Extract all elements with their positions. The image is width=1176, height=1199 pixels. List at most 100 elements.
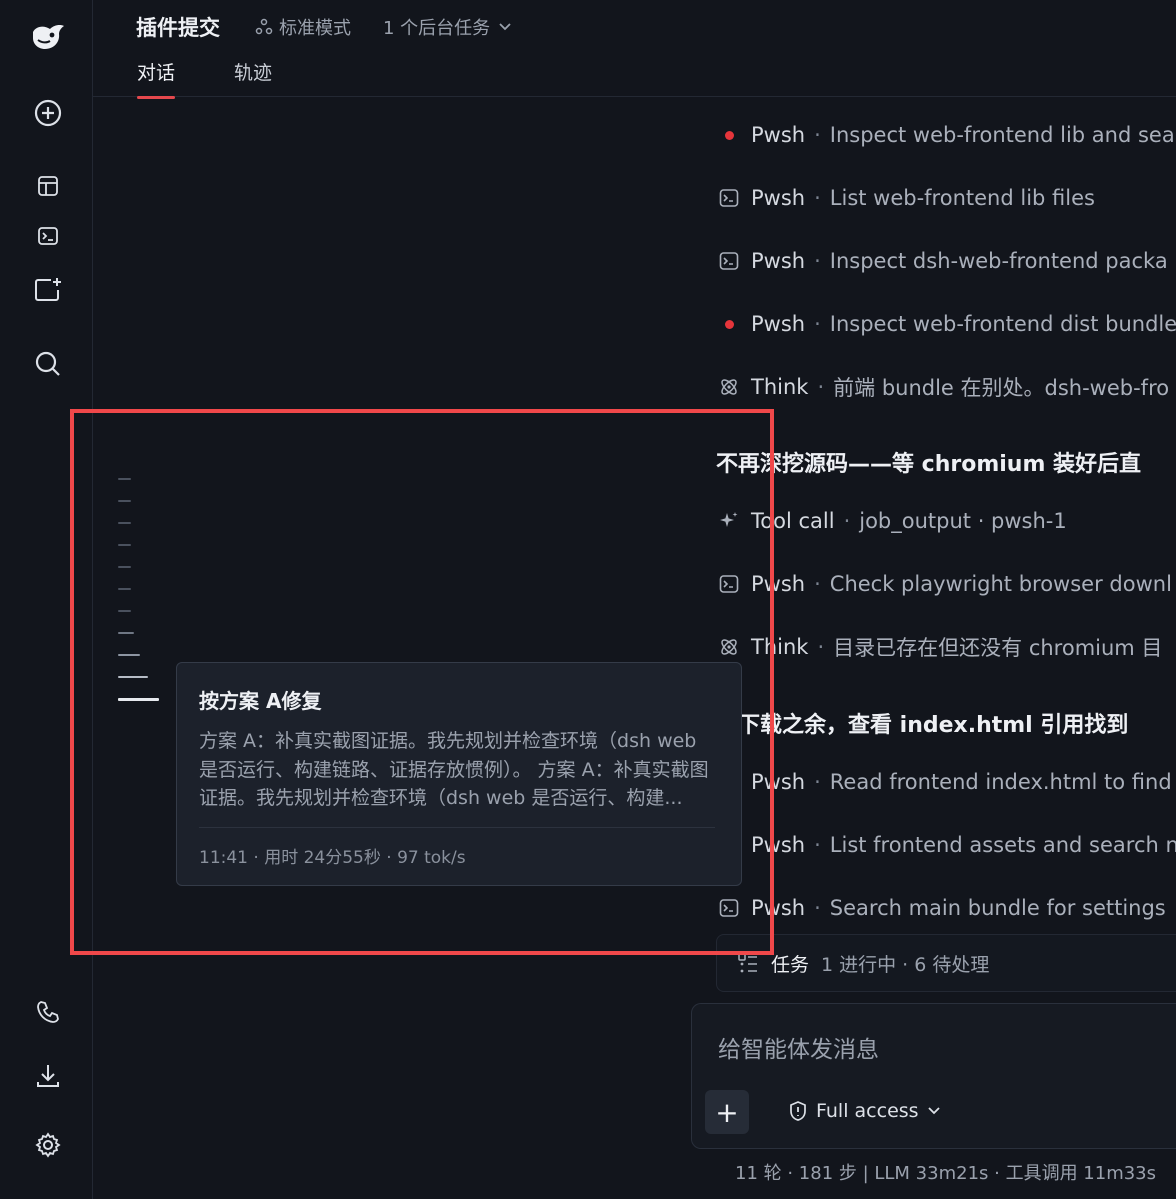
activity-kind: Pwsh	[751, 770, 806, 794]
activity-kind: Think	[751, 635, 809, 659]
separator: ·	[817, 635, 825, 659]
minimap-tick[interactable]	[118, 522, 131, 524]
activity-kind: Pwsh	[751, 312, 806, 336]
message-heading: 不再深挖源码——等 chromium 装好后直	[716, 452, 1142, 477]
activity-desc: job_output · pwsh-1	[859, 509, 1067, 533]
activity-row[interactable]: Pwsh · List frontend assets and search n	[718, 830, 1176, 860]
access-mode-dropdown[interactable]: Full access	[788, 1100, 941, 1122]
background-tasks-dropdown[interactable]: 1 个后台任务	[383, 14, 512, 40]
separator: ·	[814, 249, 821, 273]
activity-desc: Read frontend index.html to find	[829, 770, 1172, 794]
minimap-tick[interactable]	[118, 500, 131, 502]
terminal-icon	[718, 897, 740, 919]
atom-icon	[718, 376, 740, 398]
separator: ·	[814, 312, 821, 336]
separator: ·	[814, 833, 821, 857]
atom-icon	[718, 636, 740, 658]
search-icon[interactable]	[30, 346, 66, 382]
phone-icon[interactable]	[30, 994, 66, 1030]
activity-kind: Think	[751, 375, 809, 399]
status-dot-icon	[718, 313, 740, 335]
message-input-placeholder[interactable]: 给智能体发消息	[718, 1030, 879, 1064]
separator: ·	[814, 186, 821, 210]
activity-row[interactable]: Pwsh · List web-frontend lib files	[718, 183, 1095, 213]
terminal-icon	[718, 250, 740, 272]
tooltip-meta: 11:41 · 用时 24分55秒 · 97 tok/s	[199, 848, 466, 868]
chevron-down-icon	[927, 1107, 940, 1115]
shield-icon	[790, 1101, 806, 1121]
status-footer: 11 轮 · 181 步 | LLM 33m21s · 工具调用 11m33s	[735, 1163, 1157, 1184]
activity-kind: Pwsh	[751, 186, 806, 210]
minimap-tick[interactable]	[118, 544, 131, 546]
activity-row[interactable]: Pwsh · Inspect web-frontend lib and sea	[718, 120, 1175, 150]
minimap-tick[interactable]	[118, 588, 131, 590]
page-title: 插件提交	[136, 16, 220, 40]
tasks-status: 1 进行中 · 6 待处理	[821, 953, 990, 976]
activity-desc: Check playwright browser downl	[829, 572, 1172, 596]
terminal-icon[interactable]	[30, 218, 66, 254]
minimap-tick[interactable]	[118, 676, 148, 678]
activity-kind: Pwsh	[751, 249, 806, 273]
activity-row[interactable]: Pwsh · Read frontend index.html to find	[718, 767, 1172, 797]
minimap-tick[interactable]	[118, 566, 131, 568]
activity-kind: Pwsh	[751, 572, 806, 596]
minimap-tick[interactable]	[118, 654, 140, 656]
add-folder-icon[interactable]	[30, 272, 66, 308]
tab-chat[interactable]: 对话	[137, 58, 176, 99]
whale-logo-icon[interactable]	[30, 20, 66, 56]
activity-desc: Search main bundle for settings	[829, 896, 1166, 920]
activity-row[interactable]: Tool call · job_output · pwsh-1	[718, 506, 1067, 536]
activity-desc: Inspect web-frontend lib and sea	[829, 123, 1175, 147]
access-label: Full access	[816, 1100, 919, 1122]
tasks-bar[interactable]: 任务 1 进行中 · 6 待处理	[716, 934, 1176, 992]
activity-row[interactable]: Pwsh · Search main bundle for settings	[718, 893, 1166, 923]
activity-desc: Inspect dsh-web-frontend packa	[829, 249, 1168, 273]
activity-row[interactable]: Pwsh · Inspect web-frontend dist bundle	[718, 309, 1176, 339]
background-tasks-label: 1 个后台任务	[383, 18, 491, 39]
activity-row[interactable]: Pwsh · Inspect dsh-web-frontend packa	[718, 246, 1168, 276]
message-heading: 待下载之余，查看 index.html 引用找到	[716, 713, 1129, 738]
activity-kind: Pwsh	[751, 123, 806, 147]
separator: ·	[814, 572, 821, 596]
minimap-tick[interactable]	[118, 610, 131, 612]
message-composer[interactable]: 给智能体发消息 + Full access	[691, 1003, 1176, 1149]
activity-row[interactable]: Think · 目录已存在但还没有 chromium 目	[718, 632, 1162, 662]
mode-icon	[255, 18, 273, 35]
separator: ·	[814, 896, 821, 920]
activity-kind: Pwsh	[751, 833, 806, 857]
separator: ·	[814, 770, 821, 794]
mode-label: 标准模式	[279, 18, 351, 39]
download-icon[interactable]	[30, 1058, 66, 1094]
activity-kind: Tool call	[751, 509, 835, 533]
settings-gear-icon[interactable]	[30, 1127, 66, 1163]
tooltip-divider	[199, 827, 715, 828]
message-preview-tooltip: 按方案 A修复 方案 A：补真实截图证据。我先规划并检查环境（dsh web 是…	[176, 662, 742, 886]
separator: ·	[817, 375, 825, 399]
tooltip-body: 方案 A：补真实截图证据。我先规划并检查环境（dsh web 是否运行、构建链路…	[199, 730, 709, 809]
activity-kind: Pwsh	[751, 896, 806, 920]
minimap-tick[interactable]	[118, 478, 131, 480]
activity-desc: List web-frontend lib files	[829, 186, 1095, 210]
minimap-tick[interactable]	[118, 632, 134, 634]
add-attachment-button[interactable]: +	[705, 1090, 749, 1134]
separator: ·	[843, 509, 851, 533]
status-dot-icon	[718, 124, 740, 146]
sidebar	[0, 0, 93, 1199]
tasks-label: 任务	[771, 953, 810, 976]
layout-icon[interactable]	[30, 168, 66, 204]
tooltip-title: 按方案 A修复	[199, 689, 322, 713]
activity-desc: Inspect web-frontend dist bundle	[829, 312, 1176, 336]
minimap-tick-active[interactable]	[118, 698, 159, 701]
activity-desc: 前端 bundle 在别处。dsh-web-fro	[833, 376, 1170, 400]
activity-row[interactable]: Pwsh · Check playwright browser downl	[718, 569, 1172, 599]
mode-selector[interactable]: 标准模式	[255, 14, 351, 40]
tab-trace[interactable]: 轨迹	[234, 58, 272, 85]
activity-row[interactable]: Think · 前端 bundle 在别处。dsh-web-fro	[718, 372, 1169, 402]
new-chat-icon[interactable]	[30, 95, 66, 131]
terminal-icon	[718, 573, 740, 595]
chevron-down-icon	[499, 23, 511, 31]
task-list-icon	[738, 953, 757, 973]
activity-desc: 目录已存在但还没有 chromium 目	[833, 636, 1163, 660]
header: 插件提交 标准模式 1 个后台任务 对话 轨迹	[93, 0, 1176, 99]
activity-desc: List frontend assets and search n	[829, 833, 1176, 857]
